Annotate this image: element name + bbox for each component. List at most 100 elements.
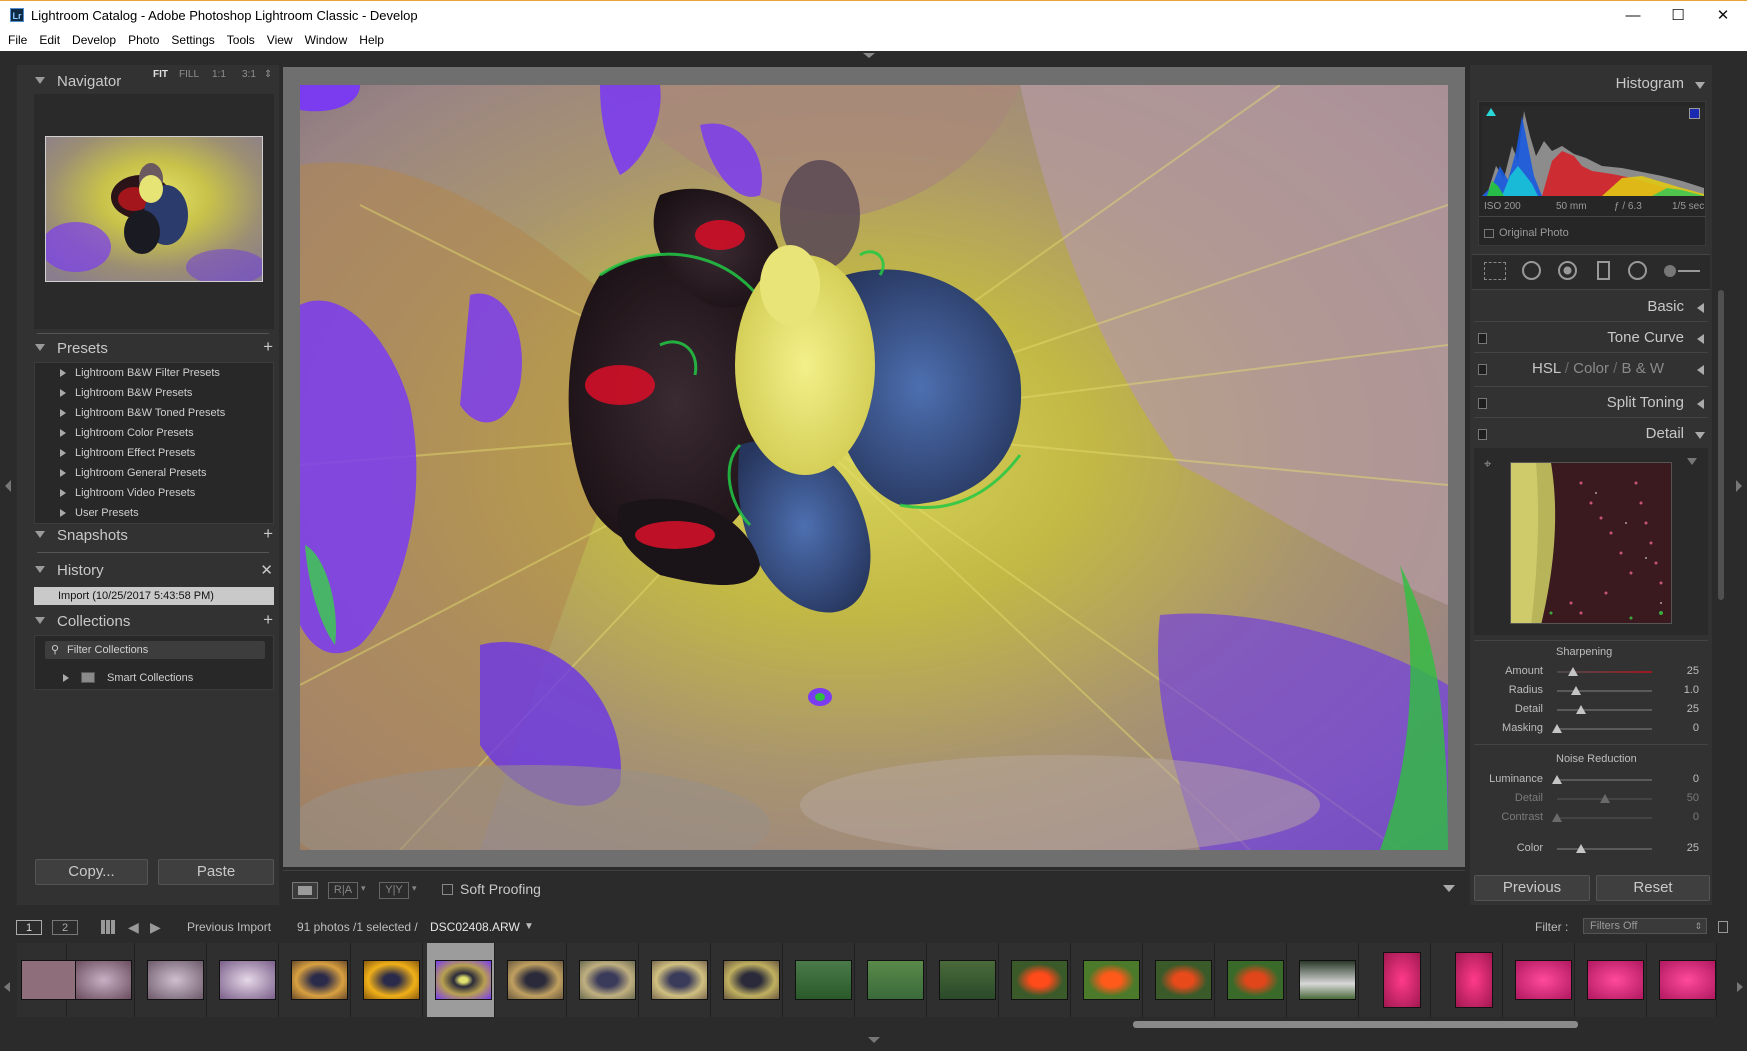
reset-button[interactable]: Reset (1596, 875, 1710, 901)
tone-curve-panel-header[interactable]: Tone Curve (1470, 324, 1712, 352)
split-toning-panel-header[interactable]: Split Toning (1470, 389, 1712, 417)
source-label[interactable]: Previous Import (187, 920, 271, 934)
hsl-panel-header[interactable]: HSL / Color / B & W (1470, 355, 1712, 383)
filmstrip-thumb[interactable] (355, 943, 423, 1017)
paste-button[interactable]: Paste (158, 859, 274, 885)
toolbar-menu-icon[interactable] (1443, 885, 1455, 892)
preset-folder[interactable]: Lightroom B&W Filter Presets (35, 363, 273, 383)
zoom-fit[interactable]: FIT (153, 69, 168, 80)
menu-photo[interactable]: Photo (122, 30, 165, 51)
main-photo[interactable] (300, 85, 1448, 850)
smart-collections-item[interactable]: Smart Collections (63, 668, 263, 688)
collections-header[interactable]: Collections + (17, 609, 279, 633)
preset-folder[interactable]: Lightroom B&W Toned Presets (35, 403, 273, 423)
detail-panel-header[interactable]: Detail (1470, 420, 1712, 448)
filmstrip-thumb-selected[interactable] (427, 943, 495, 1017)
filmstrip-thumb[interactable] (17, 943, 78, 1017)
filmstrip-thumb[interactable] (1579, 943, 1647, 1017)
basic-panel-header[interactable]: Basic (1470, 293, 1712, 321)
histogram-graph[interactable] (1482, 106, 1704, 196)
filmstrip-thumb[interactable] (499, 943, 567, 1017)
preset-folder[interactable]: Lightroom B&W Presets (35, 383, 273, 403)
chevron-down-icon[interactable]: ▾ (361, 883, 366, 894)
detail-zoom-preview[interactable] (1510, 462, 1672, 624)
hsl-tab[interactable]: HSL (1532, 360, 1561, 377)
filmstrip-scroll-left-icon[interactable] (4, 982, 10, 992)
highlight-clipping-icon[interactable] (1689, 108, 1700, 119)
panel-toggle-switch[interactable] (1478, 429, 1487, 440)
filmstrip-thumb[interactable] (571, 943, 639, 1017)
add-snapshot-icon[interactable]: + (263, 524, 273, 544)
right-panel-scrollbar[interactable] (1718, 290, 1724, 600)
preset-folder[interactable]: Lightroom Effect Presets (35, 443, 273, 463)
noise-detail-slider[interactable]: Detail 50 (1475, 790, 1705, 808)
secondary-screen-button[interactable]: 2 (52, 920, 78, 935)
clear-history-icon[interactable]: ✕ (260, 561, 273, 579)
chevron-down-icon[interactable]: ▾ (412, 883, 417, 894)
filter-lock-icon[interactable] (1718, 921, 1728, 933)
panel-toggle-switch[interactable] (1478, 398, 1487, 409)
noise-color-slider[interactable]: Color 25 (1475, 840, 1705, 858)
filmstrip-thumb[interactable] (1435, 943, 1503, 1017)
filmstrip-thumb[interactable] (283, 943, 351, 1017)
filter-select[interactable]: Filters Off ⇕ (1583, 918, 1707, 934)
menu-tools[interactable]: Tools (221, 30, 261, 51)
red-eye-icon[interactable] (1558, 261, 1577, 280)
filmstrip-thumb[interactable] (67, 943, 135, 1017)
preset-folder[interactable]: Lightroom Color Presets (35, 423, 273, 443)
navigator-header[interactable]: Navigator (17, 69, 279, 93)
grid-view-icon[interactable] (101, 920, 115, 934)
bw-tab[interactable]: B & W (1622, 360, 1665, 377)
close-button[interactable]: ✕ (1700, 1, 1746, 31)
loupe-view-icon[interactable] (292, 882, 318, 899)
right-panel-toggle-icon[interactable] (1736, 480, 1742, 492)
filmstrip-thumb[interactable] (139, 943, 207, 1017)
history-header[interactable]: History ✕ (17, 558, 279, 582)
sharpening-radius-slider[interactable]: Radius 1.0 (1475, 682, 1705, 700)
snapshots-header[interactable]: Snapshots + (17, 523, 279, 547)
maximize-button[interactable]: ☐ (1655, 1, 1701, 31)
filmstrip-thumb[interactable] (1507, 943, 1575, 1017)
collapse-preview-icon[interactable] (1687, 458, 1697, 465)
soft-proofing-checkbox[interactable] (442, 884, 453, 895)
filmstrip-thumb[interactable] (787, 943, 855, 1017)
preset-folder[interactable]: Lightroom Video Presets (35, 483, 273, 503)
menu-develop[interactable]: Develop (66, 30, 122, 51)
graduated-filter-icon[interactable] (1597, 261, 1610, 280)
presets-header[interactable]: Presets + (17, 336, 279, 360)
filmstrip-thumb[interactable] (931, 943, 999, 1017)
history-item[interactable]: Import (10/25/2017 5:43:58 PM) (34, 587, 274, 605)
noise-contrast-slider[interactable]: Contrast 0 (1475, 809, 1705, 827)
menu-edit[interactable]: Edit (33, 30, 66, 51)
previous-button[interactable]: Previous (1474, 875, 1590, 901)
noise-luminance-slider[interactable]: Luminance 0 (1475, 771, 1705, 789)
left-panel-toggle-icon[interactable] (5, 480, 11, 492)
navigator-thumbnail[interactable] (45, 136, 263, 282)
menu-settings[interactable]: Settings (165, 30, 220, 51)
histogram-header[interactable]: Histogram (1470, 70, 1712, 98)
adjustment-brush-icon[interactable] (1664, 264, 1702, 278)
preset-folder[interactable]: User Presets (35, 503, 273, 523)
forward-arrow-icon[interactable]: ▶ (150, 919, 161, 936)
menu-help[interactable]: Help (353, 30, 390, 51)
target-crosshair-icon[interactable]: ⌖ (1484, 456, 1491, 472)
zoom-more-icon[interactable]: ⇕ (264, 69, 272, 80)
filmstrip-thumb[interactable] (715, 943, 783, 1017)
filmstrip-thumb[interactable] (1363, 943, 1431, 1017)
menu-file[interactable]: File (0, 30, 33, 51)
spot-removal-icon[interactable] (1522, 261, 1541, 280)
filename-label[interactable]: DSC02408.ARW (430, 920, 520, 934)
sharpening-detail-slider[interactable]: Detail 25 (1475, 701, 1705, 719)
filmstrip-thumb[interactable] (643, 943, 711, 1017)
before-after-view-icon[interactable]: R|A (328, 882, 358, 899)
add-collection-icon[interactable]: + (263, 610, 273, 630)
top-panel-toggle-icon[interactable] (863, 53, 875, 58)
minimize-button[interactable]: — (1610, 1, 1656, 31)
filmstrip-thumb[interactable] (1219, 943, 1287, 1017)
filter-collections-input[interactable]: ⚲ Filter Collections (45, 641, 265, 659)
sharpening-masking-slider[interactable]: Masking 0 (1475, 720, 1705, 738)
copy-button[interactable]: Copy... (35, 859, 148, 885)
original-photo-checkbox[interactable] (1484, 229, 1494, 238)
panel-toggle-switch[interactable] (1478, 333, 1487, 344)
zoom-1-1[interactable]: 1:1 (212, 69, 226, 80)
